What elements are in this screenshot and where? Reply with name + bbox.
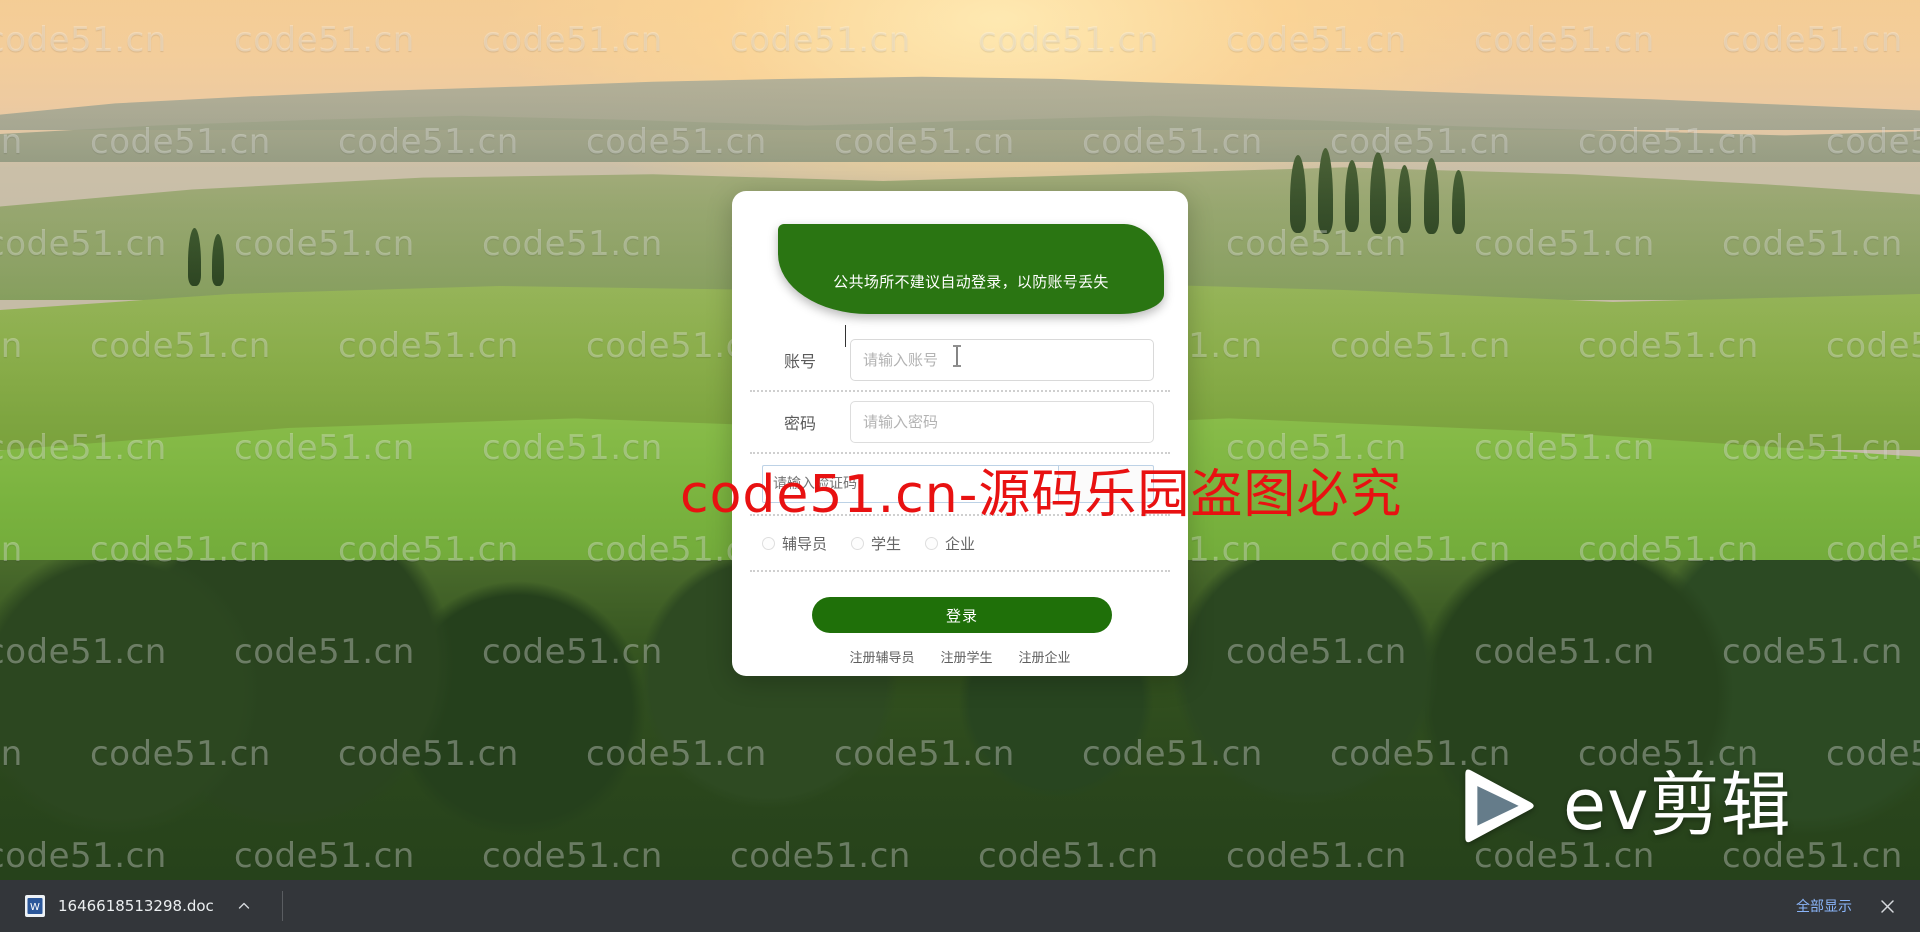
toolbar-divider (281, 891, 283, 921)
download-item[interactable]: W 1646618513298.doc (14, 886, 260, 926)
password-input[interactable] (850, 401, 1154, 443)
close-download-bar-button[interactable] (1874, 893, 1900, 919)
radio-circle-icon (851, 536, 865, 550)
mountain-ridge-far (0, 76, 1920, 130)
captcha-input[interactable] (762, 465, 1058, 503)
register-enterprise-link[interactable]: 注册企业 (1019, 647, 1071, 666)
role-label-enterprise: 企业 (945, 534, 976, 553)
login-card: 公共场所不建议自动登录，以防账号丢失 账号 密码 辅导员 学生 企业 登录 注册… (732, 191, 1188, 676)
cypress-tree (1424, 158, 1439, 234)
role-radio-row: 辅导员 学生 企业 (750, 516, 1170, 572)
register-counselor-link[interactable]: 注册辅导员 (849, 647, 914, 666)
role-label-student: 学生 (871, 534, 902, 553)
word-doc-icon: W (25, 895, 45, 917)
password-field-row: 密码 (750, 392, 1170, 454)
captcha-field-row (750, 454, 1170, 516)
download-file-name: 1646618513298.doc (58, 897, 214, 915)
role-radio-counselor[interactable]: 辅导员 (762, 533, 827, 554)
radio-circle-icon (925, 536, 939, 550)
account-label: 账号 (783, 352, 816, 371)
captcha-image[interactable] (1058, 465, 1154, 503)
show-all-link[interactable]: 全部显示 (1796, 896, 1852, 916)
notice-banner-text: 公共场所不建议自动登录，以防账号丢失 (833, 273, 1109, 291)
notice-banner: 公共场所不建议自动登录，以防账号丢失 (778, 224, 1164, 314)
register-links: 注册辅导员 注册学生 注册企业 (732, 647, 1188, 666)
role-radio-enterprise[interactable]: 企业 (925, 533, 975, 554)
close-icon (1880, 899, 1894, 913)
password-label: 密码 (783, 414, 816, 433)
notice-banner-shape: 公共场所不建议自动登录，以防账号丢失 (778, 224, 1164, 314)
svg-text:W: W (30, 902, 40, 913)
chevron-up-icon[interactable] (236, 898, 252, 914)
download-bar: W 1646618513298.doc 全部显示 (0, 880, 1920, 932)
role-label-counselor: 辅导员 (782, 534, 828, 553)
cypress-tree (1370, 152, 1386, 234)
login-button[interactable]: 登录 (812, 597, 1112, 633)
radio-circle-icon (762, 536, 775, 550)
account-field-row: 账号 (750, 330, 1170, 392)
register-student-link[interactable]: 注册学生 (940, 647, 992, 666)
cypress-tree (1290, 155, 1306, 233)
account-input[interactable] (850, 339, 1154, 381)
role-radio-student[interactable]: 学生 (851, 533, 901, 554)
